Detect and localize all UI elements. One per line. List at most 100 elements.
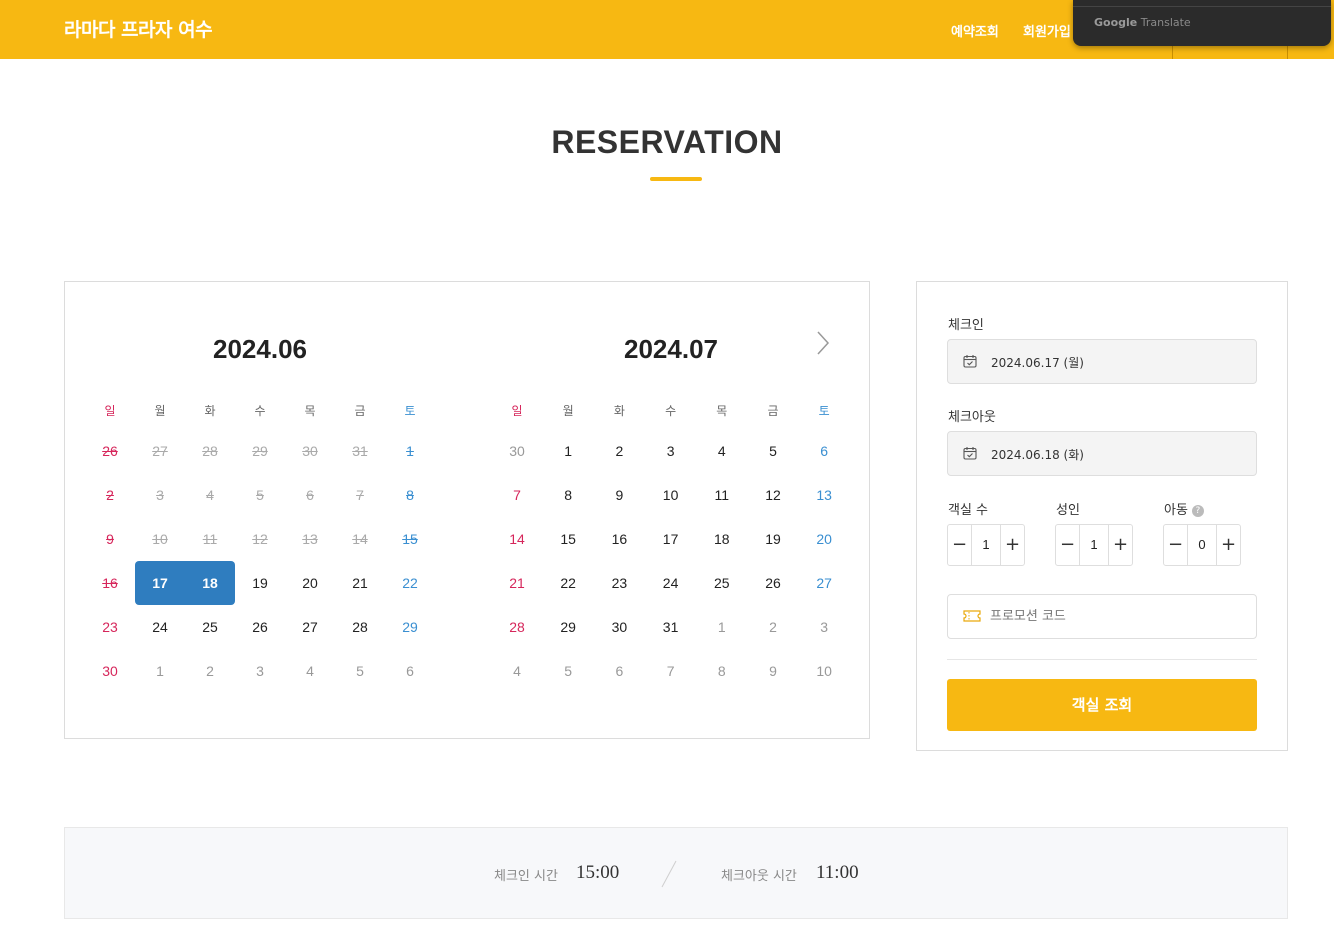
google-translate-popup[interactable]: Google Translate: [1073, 0, 1331, 46]
rooms-decrease-button[interactable]: −: [948, 525, 972, 565]
promo-code-input[interactable]: [990, 596, 1245, 637]
calendar-day[interactable]: 25: [185, 605, 235, 649]
calendar-day: 1: [406, 443, 414, 459]
calendar-day: 7: [356, 487, 364, 503]
nav-reservation-lookup[interactable]: 예약조회: [951, 21, 999, 40]
calendar-day[interactable]: 27: [285, 605, 335, 649]
brand-logo-text[interactable]: 라마다 프라자 여수: [64, 15, 213, 42]
calendar-day[interactable]: 20: [285, 561, 335, 605]
children-increase-button[interactable]: +: [1216, 525, 1240, 565]
calendar-day[interactable]: 11: [697, 473, 747, 517]
calendar-day: 9: [106, 531, 114, 547]
slash-divider: [661, 860, 677, 888]
calendar-day[interactable]: 29: [385, 605, 435, 649]
calendar-day[interactable]: 26: [748, 561, 798, 605]
calendar-day[interactable]: 20: [799, 517, 849, 561]
calendar-day[interactable]: 4: [492, 649, 542, 693]
next-month-button[interactable]: [813, 328, 833, 358]
checkin-checkout-times: 체크인 시간 15:00 체크아웃 시간 11:00: [64, 827, 1288, 919]
calendar-day[interactable]: 6: [385, 649, 435, 693]
calendar-day[interactable]: 17: [135, 561, 185, 605]
calendar-day[interactable]: 3: [235, 649, 285, 693]
calendar-day[interactable]: 23: [85, 605, 135, 649]
calendar-day[interactable]: 1: [697, 605, 747, 649]
calendar-day[interactable]: 30: [594, 605, 644, 649]
calendar-day: 26: [102, 443, 118, 459]
weekday-header: 일: [104, 404, 116, 418]
calendar-day[interactable]: 6: [594, 649, 644, 693]
calendar-day[interactable]: 6: [799, 429, 849, 473]
calendar-day[interactable]: 24: [646, 561, 696, 605]
adults-decrease-button[interactable]: −: [1056, 525, 1080, 565]
rooms-stepper: − 1 +: [947, 524, 1025, 566]
calendar-day[interactable]: 5: [748, 429, 798, 473]
calendar-day[interactable]: 2: [748, 605, 798, 649]
calendar-day[interactable]: 2: [594, 429, 644, 473]
calendar-day[interactable]: 7: [492, 473, 542, 517]
calendar-day[interactable]: 3: [646, 429, 696, 473]
calendar-day[interactable]: 1: [543, 429, 593, 473]
calendar-day[interactable]: 28: [492, 605, 542, 649]
calendar-day[interactable]: 28: [335, 605, 385, 649]
calendar-day[interactable]: 16: [594, 517, 644, 561]
calendar-day[interactable]: 5: [543, 649, 593, 693]
calendar-day[interactable]: 22: [385, 561, 435, 605]
calendar-day[interactable]: 10: [799, 649, 849, 693]
calendar-day[interactable]: 31: [646, 605, 696, 649]
adults-count[interactable]: 1: [1080, 525, 1108, 565]
rooms-count[interactable]: 1: [972, 525, 1000, 565]
calendar-day[interactable]: 9: [748, 649, 798, 693]
search-rooms-button[interactable]: 객실 조회: [947, 679, 1257, 731]
calendar-day[interactable]: 21: [492, 561, 542, 605]
calendar-day[interactable]: 4: [697, 429, 747, 473]
calendar-day[interactable]: 25: [697, 561, 747, 605]
calendar-day[interactable]: 29: [543, 605, 593, 649]
calendar-day[interactable]: 5: [335, 649, 385, 693]
calendar-day[interactable]: 2: [185, 649, 235, 693]
calendar-day[interactable]: 18: [697, 517, 747, 561]
calendar-day: 5: [256, 487, 264, 503]
calendar-day[interactable]: 14: [492, 517, 542, 561]
calendar-day[interactable]: 8: [543, 473, 593, 517]
calendar-day[interactable]: 22: [543, 561, 593, 605]
popup-divider: [1073, 6, 1331, 7]
calendar-day[interactable]: 21: [335, 561, 385, 605]
checkout-time-label: 체크아웃 시간: [721, 869, 797, 884]
calendar-day[interactable]: 19: [748, 517, 798, 561]
calendar-day[interactable]: 17: [646, 517, 696, 561]
children-decrease-button[interactable]: −: [1164, 525, 1188, 565]
nav-signup[interactable]: 회원가입: [1023, 21, 1071, 40]
calendar-day[interactable]: 26: [235, 605, 285, 649]
calendar-day: 6: [306, 487, 314, 503]
calendar-day[interactable]: 13: [799, 473, 849, 517]
weekday-header: 수: [665, 404, 677, 418]
children-count[interactable]: 0: [1188, 525, 1216, 565]
checkin-date-field[interactable]: 2024.06.17 (월): [947, 339, 1257, 384]
calendar-day[interactable]: 1: [135, 649, 185, 693]
calendar-day[interactable]: 9: [594, 473, 644, 517]
calendar-day[interactable]: 23: [594, 561, 644, 605]
calendar-day[interactable]: 27: [799, 561, 849, 605]
calendar-day[interactable]: 24: [135, 605, 185, 649]
calendar-day[interactable]: 10: [646, 473, 696, 517]
calendar-day[interactable]: 19: [235, 561, 285, 605]
calendar-day: 14: [352, 531, 368, 547]
adults-increase-button[interactable]: +: [1108, 525, 1132, 565]
checkin-time-label: 체크인 시간: [494, 869, 558, 884]
calendar-day[interactable]: 15: [543, 517, 593, 561]
weekday-header: 수: [254, 404, 266, 418]
calendar-day[interactable]: 12: [748, 473, 798, 517]
calendar-day[interactable]: 30: [492, 429, 542, 473]
month-title-june: 2024.06: [213, 334, 307, 364]
help-icon[interactable]: ?: [1191, 505, 1204, 517]
calendar-day[interactable]: 18: [185, 561, 235, 605]
calendar-day[interactable]: 8: [697, 649, 747, 693]
booking-form: 체크인 2024.06.17 (월) 체크아웃 2024.06.18 (화) 객…: [916, 281, 1288, 751]
rooms-increase-button[interactable]: +: [1000, 525, 1024, 565]
checkout-date-field[interactable]: 2024.06.18 (화): [947, 431, 1257, 476]
calendar-day[interactable]: 30: [85, 649, 135, 693]
calendar-day[interactable]: 7: [646, 649, 696, 693]
calendar-day[interactable]: 3: [799, 605, 849, 649]
calendar-day[interactable]: 4: [285, 649, 335, 693]
weekday-header: 토: [404, 404, 416, 418]
